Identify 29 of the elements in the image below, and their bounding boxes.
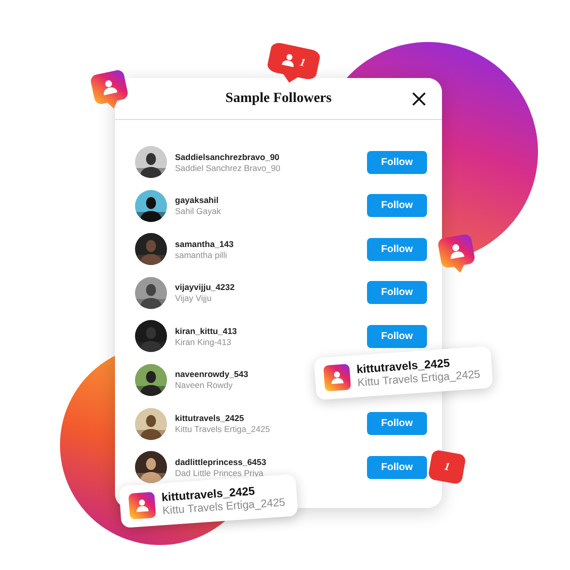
username: dadlittleprincess_6453 bbox=[175, 456, 266, 467]
display-name: Vijay Vijju bbox=[175, 293, 213, 304]
display-name: Saddiel Sanchrez Bravo_90 bbox=[175, 162, 280, 172]
close-icon[interactable] bbox=[412, 92, 426, 106]
notification-count: 1 bbox=[443, 460, 451, 474]
display-name: samantha pilli bbox=[175, 250, 228, 260]
dialog-title: Sample Followers bbox=[225, 90, 332, 106]
follow-button[interactable]: Follow bbox=[367, 324, 427, 348]
display-name: Sahil Gayak bbox=[175, 206, 221, 216]
username: naveenrowdy_543 bbox=[175, 369, 248, 380]
display-name: Kiran King-413 bbox=[175, 336, 232, 347]
person-icon bbox=[330, 370, 345, 386]
follow-button[interactable]: Follow bbox=[367, 194, 427, 218]
follow-button[interactable]: Follow bbox=[367, 456, 427, 479]
username: kiran_kittu_413 bbox=[175, 326, 237, 336]
follow-button[interactable]: Follow bbox=[367, 238, 427, 261]
username: Saddielsanchrezbravo_90 bbox=[175, 152, 280, 162]
username: samantha_143 bbox=[175, 238, 234, 249]
username: kittutravels_2425 bbox=[175, 413, 245, 424]
display-name: Naveen Rowdy bbox=[175, 380, 234, 390]
display-name: Kittu Travels Ertiga_2425 bbox=[175, 424, 270, 434]
person-icon bbox=[134, 498, 150, 514]
notification-count: 1 bbox=[298, 56, 306, 70]
display-name: Dad Little Princes Priya bbox=[175, 468, 264, 478]
follow-button[interactable]: Follow bbox=[367, 281, 427, 304]
follow-button[interactable]: Follow bbox=[367, 150, 427, 174]
username: vijayvijju_4232 bbox=[175, 282, 235, 292]
username: gayaksahil bbox=[175, 195, 220, 206]
follow-button[interactable]: Follow bbox=[367, 412, 427, 436]
